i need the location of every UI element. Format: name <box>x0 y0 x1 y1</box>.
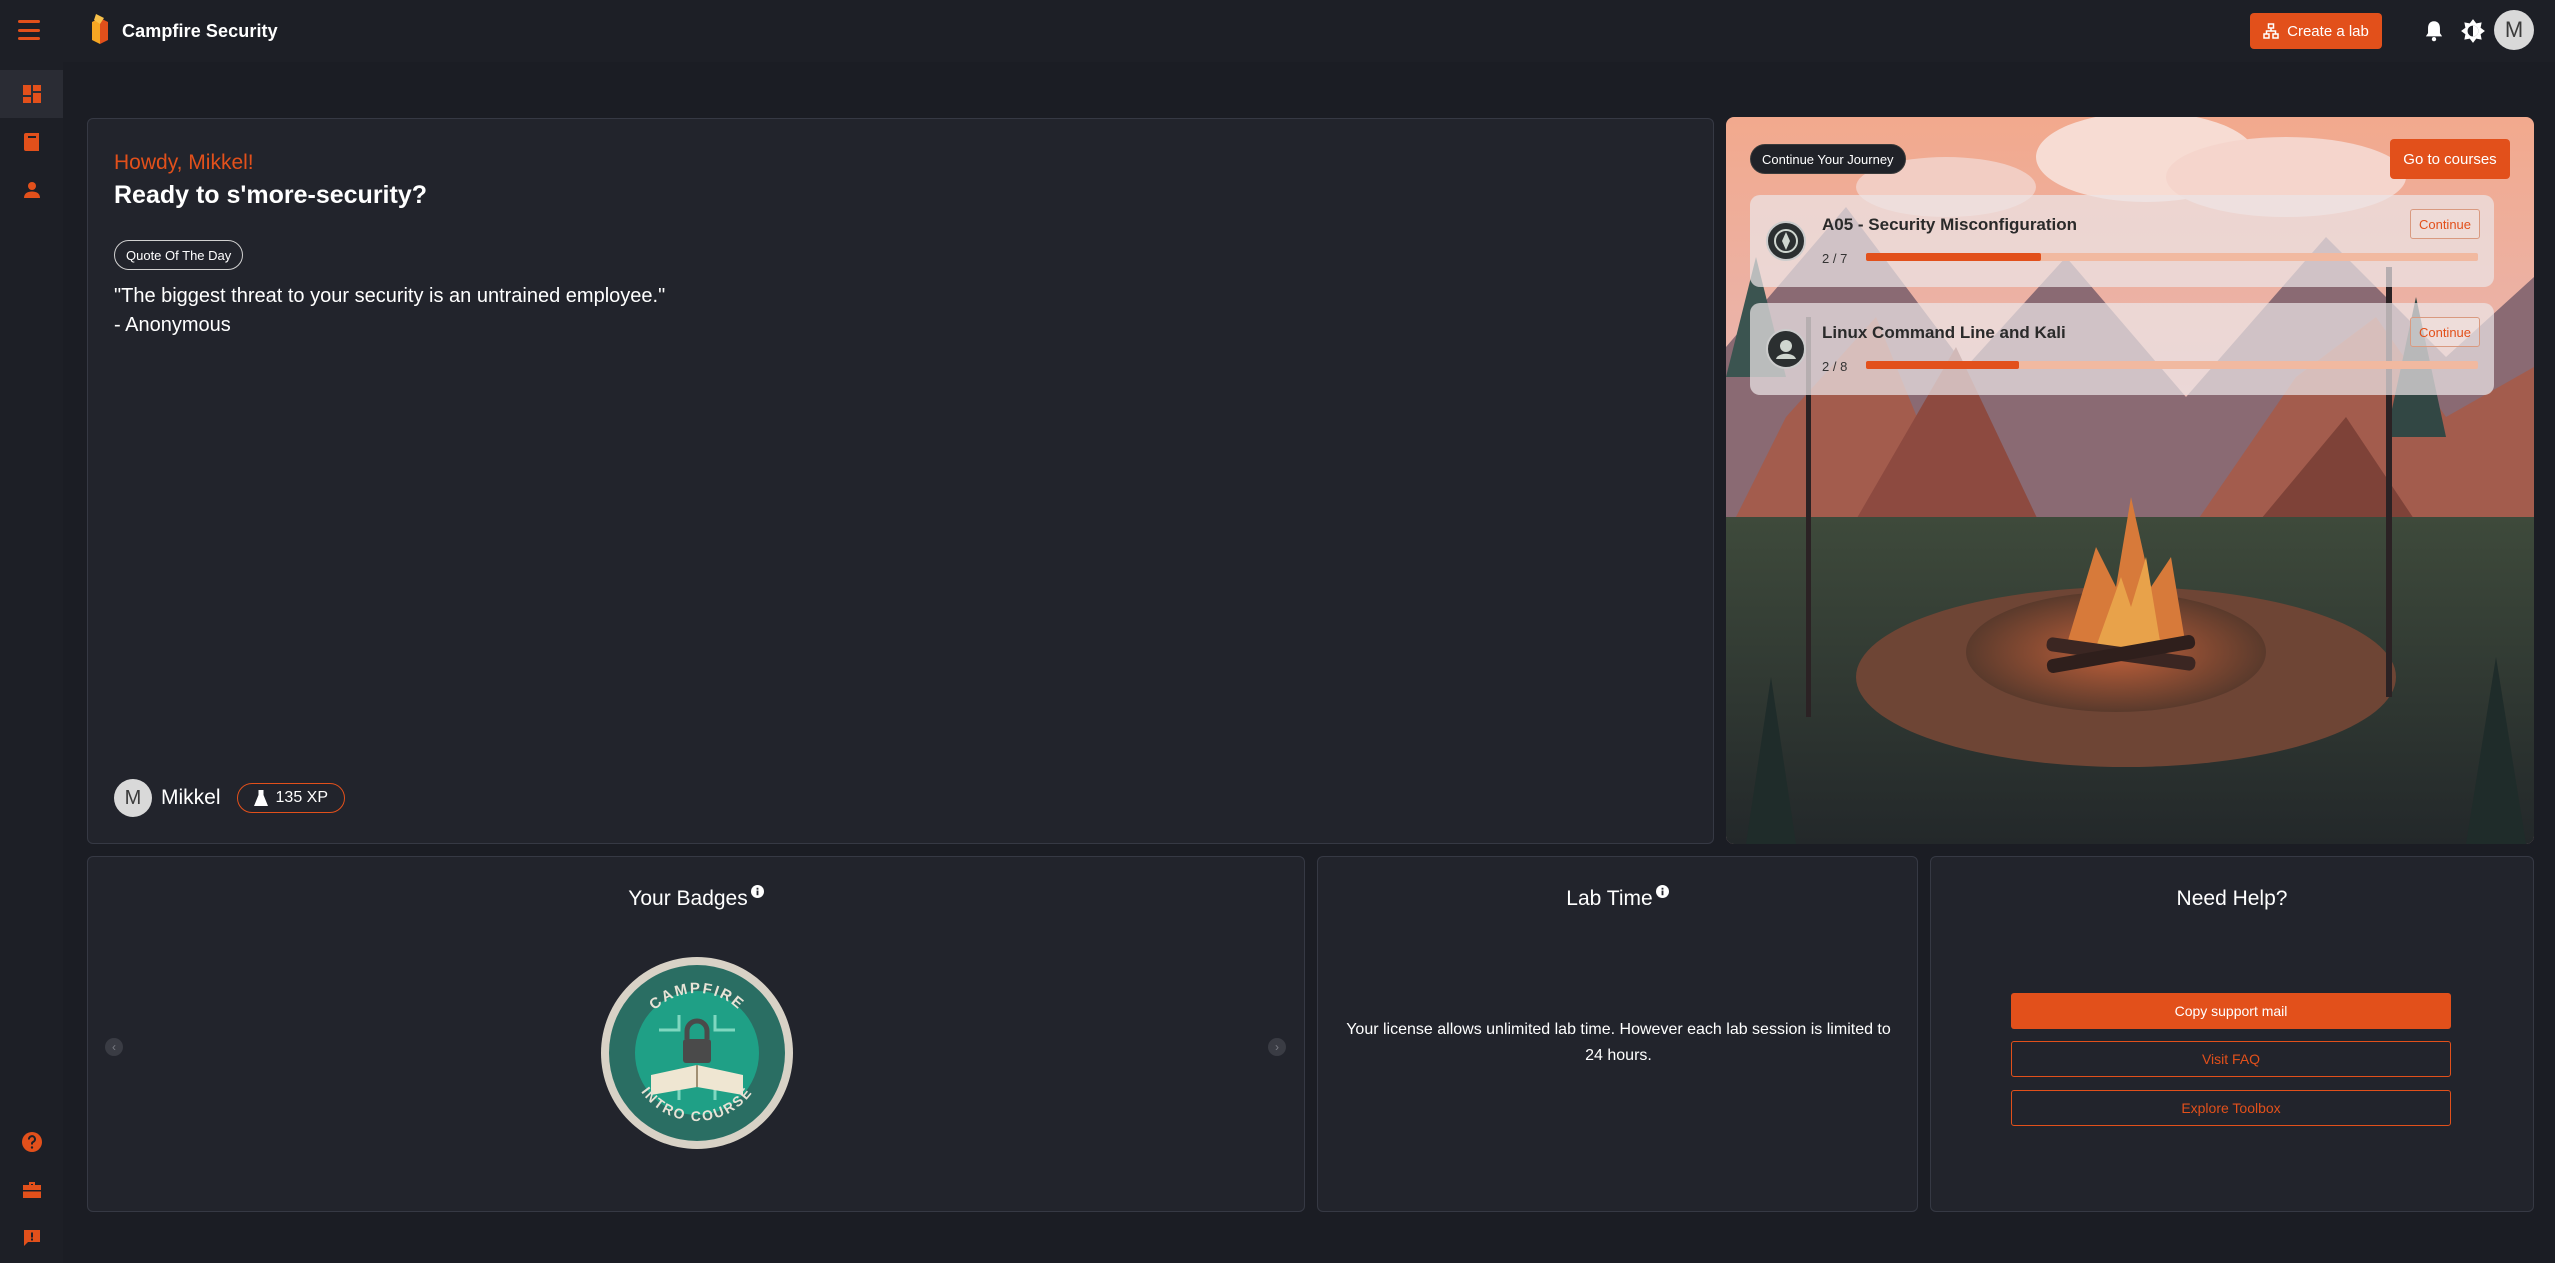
continue-button[interactable]: Continue <box>2410 317 2480 347</box>
network-icon <box>2263 23 2279 39</box>
badges-title-text: Your Badges <box>628 887 748 910</box>
help-card: Need Help? Copy support mail Visit FAQ E… <box>1930 856 2534 1212</box>
course-title: Linux Command Line and Kali <box>1822 323 2066 342</box>
quote-text: "The biggest threat to your security is … <box>114 285 666 307</box>
course-progress-fill <box>1866 361 2019 369</box>
help-title: Need Help? <box>2176 887 2288 910</box>
course-emblem-icon <box>1766 221 1806 261</box>
carousel-next-button[interactable]: › <box>1268 1038 1286 1056</box>
course-title: A05 - Security Misconfiguration <box>1822 215 2078 234</box>
continue-journey-chip: Continue Your Journey <box>1750 144 1906 174</box>
explore-toolbox-button[interactable]: Explore Toolbox <box>2011 1090 2451 1126</box>
user-name: Mikkel <box>161 786 221 809</box>
create-lab-button[interactable]: Create a lab <box>2250 13 2382 49</box>
lab-time-title-text: Lab Time <box>1566 887 1653 910</box>
sidebar-item-profile[interactable] <box>0 166 63 214</box>
course-progress-text: 2 / 8 <box>1822 359 1848 374</box>
user-summary: M Mikkel 135 XP <box>114 779 345 817</box>
badges-title: Your Badges <box>88 885 1304 911</box>
sidebar-item-courses[interactable] <box>0 118 63 166</box>
welcome-card: Howdy, Mikkel! Ready to s'more-security?… <box>87 118 1714 844</box>
sidebar-item-dashboard[interactable] <box>0 70 63 118</box>
course-progress-fill <box>1866 253 2041 261</box>
course-progress-bar <box>1866 253 2478 261</box>
campfire-logo-icon <box>92 14 108 44</box>
headline: Ready to s'more-security? <box>114 181 427 209</box>
campfire-intro-course-badge[interactable]: CAMPFIRE INTRO COURSE <box>599 955 795 1151</box>
dashboard-icon <box>22 85 41 103</box>
book-icon <box>23 133 39 151</box>
journey-card: Continue Your Journey Go to courses A05 … <box>1726 117 2534 844</box>
avatar: M <box>114 779 152 817</box>
create-lab-label: Create a lab <box>2287 22 2369 40</box>
person-icon <box>23 182 40 198</box>
carousel-prev-button[interactable]: ‹ <box>105 1038 123 1056</box>
feedback-icon <box>23 1230 40 1246</box>
visit-faq-button[interactable]: Visit FAQ <box>2011 1041 2451 1077</box>
help-icon <box>21 1132 42 1152</box>
toolbox-icon <box>22 1182 41 1198</box>
lab-time-card: Lab Time Your license allows unlimited l… <box>1317 856 1918 1212</box>
menu-icon[interactable] <box>18 20 40 40</box>
go-to-courses-button[interactable]: Go to courses <box>2390 139 2510 179</box>
user-avatar[interactable]: M <box>2494 10 2534 50</box>
sidebar-item-toolbox[interactable] <box>0 1166 63 1214</box>
bell-icon[interactable] <box>2421 18 2447 44</box>
sidebar-item-feedback[interactable] <box>0 1214 63 1262</box>
quote-chip: Quote Of The Day <box>114 240 244 270</box>
greeting: Howdy, Mikkel! <box>114 151 254 174</box>
flask-icon <box>253 790 268 806</box>
course-emblem-icon <box>1766 329 1806 369</box>
course-card[interactable]: A05 - Security Misconfiguration 2 / 7 Co… <box>1750 195 2494 287</box>
continue-button[interactable]: Continue <box>2410 209 2480 239</box>
lab-time-text: Your license allows unlimited lab time. … <box>1346 1021 1891 1064</box>
course-progress-bar <box>1866 361 2478 369</box>
info-icon[interactable] <box>1655 885 1669 898</box>
xp-value: 135 XP <box>275 789 328 806</box>
sidebar <box>0 62 63 1263</box>
sidebar-item-help[interactable] <box>0 1118 63 1166</box>
course-card[interactable]: Linux Command Line and Kali 2 / 8 Contin… <box>1750 303 2494 395</box>
badges-card: Your Badges ‹ › CAMPFIRE INTRO COURSE <box>87 856 1305 1212</box>
brightness-icon[interactable] <box>2460 18 2486 44</box>
quote-author: - Anonymous <box>114 314 231 336</box>
brand-name: Campfire Security <box>122 20 278 41</box>
info-icon[interactable] <box>750 885 764 898</box>
quote: "The biggest threat to your security is … <box>114 282 665 340</box>
copy-support-mail-button[interactable]: Copy support mail <box>2011 993 2451 1029</box>
lab-time-title: Lab Time <box>1318 885 1917 911</box>
brand[interactable]: Campfire Security <box>86 14 278 48</box>
xp-badge: 135 XP <box>236 783 345 813</box>
course-progress-text: 2 / 7 <box>1822 251 1848 266</box>
top-bar: Campfire Security Create a lab M <box>0 0 2555 62</box>
